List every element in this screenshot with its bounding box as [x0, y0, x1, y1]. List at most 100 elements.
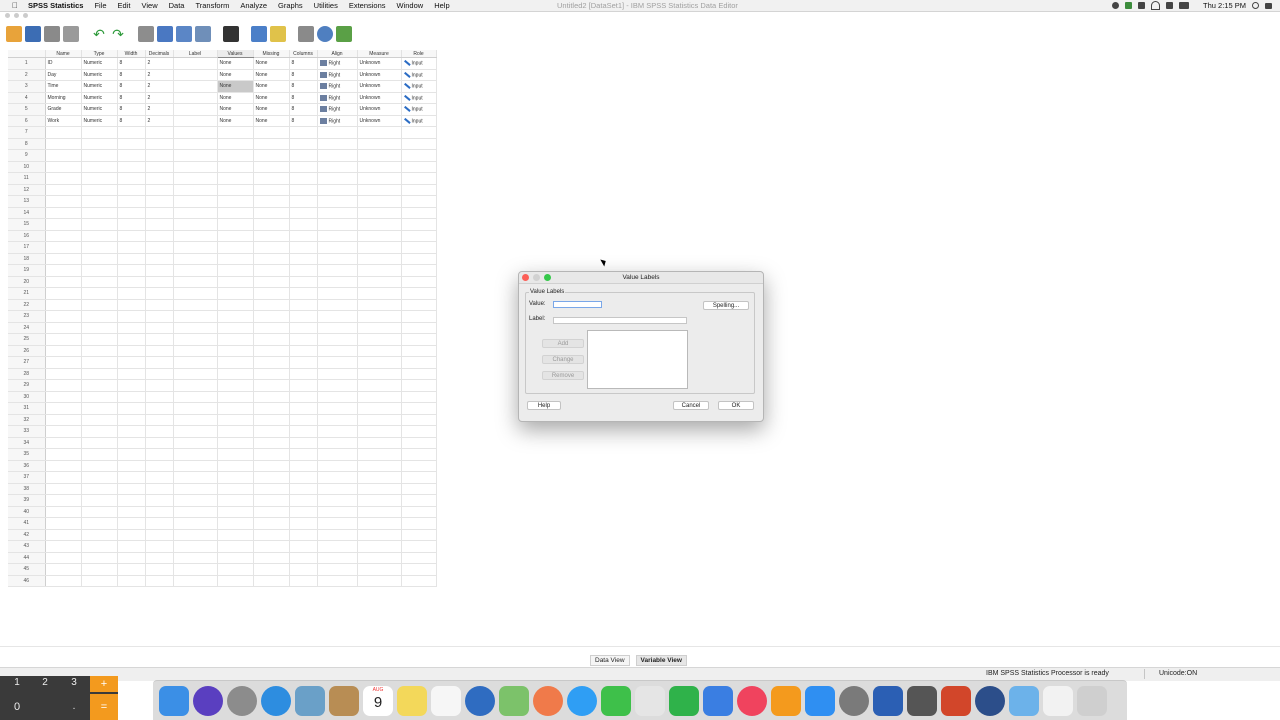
empty-cell[interactable] — [253, 230, 290, 242]
row-number[interactable]: 43 — [8, 540, 46, 553]
empty-cell[interactable] — [289, 218, 318, 231]
table-row[interactable]: 22 — [8, 299, 437, 311]
numbers-icon[interactable] — [669, 685, 699, 716]
empty-cell[interactable] — [173, 195, 218, 208]
empty-cell[interactable] — [145, 126, 174, 139]
empty-cell[interactable] — [253, 195, 290, 208]
empty-cell[interactable] — [81, 126, 118, 139]
empty-cell[interactable] — [317, 379, 358, 392]
select-cases-icon[interactable] — [317, 26, 333, 42]
powerpoint-icon[interactable] — [941, 685, 971, 716]
empty-cell[interactable] — [357, 126, 402, 139]
maps-icon[interactable] — [499, 685, 529, 716]
empty-cell[interactable] — [117, 310, 146, 323]
cell-measure[interactable]: Unknown — [357, 69, 402, 81]
empty-cell[interactable] — [45, 563, 82, 576]
empty-cell[interactable] — [173, 218, 218, 231]
empty-cell[interactable] — [217, 253, 254, 265]
empty-cell[interactable] — [217, 540, 254, 553]
empty-cell[interactable] — [401, 506, 437, 518]
empty-cell[interactable] — [317, 517, 358, 530]
empty-cell[interactable] — [117, 575, 146, 587]
empty-cell[interactable] — [357, 517, 402, 530]
cell-decimals[interactable]: 2 — [145, 80, 174, 93]
table-row[interactable]: 26 — [8, 345, 437, 357]
cell-values[interactable]: None — [217, 80, 254, 93]
table-row[interactable]: 20 — [8, 276, 437, 288]
notification-center-icon[interactable] — [1265, 2, 1272, 9]
menu-graphs[interactable]: Graphs — [278, 0, 303, 11]
cell-type[interactable]: Numeric — [81, 115, 118, 127]
cell-role[interactable]: Input — [401, 115, 437, 127]
row-number[interactable]: 18 — [8, 253, 46, 265]
empty-cell[interactable] — [357, 506, 402, 518]
empty-cell[interactable] — [173, 437, 218, 449]
menu-analyze[interactable]: Analyze — [240, 0, 267, 11]
cell-missing[interactable]: None — [253, 115, 290, 127]
empty-cell[interactable] — [173, 345, 218, 357]
window-zoom-icon[interactable] — [23, 13, 28, 18]
empty-cell[interactable] — [357, 460, 402, 472]
table-row[interactable]: 41 — [8, 517, 437, 530]
calc-key-decimal[interactable]: . — [60, 701, 88, 712]
row-number[interactable]: 38 — [8, 483, 46, 495]
row-number[interactable]: 21 — [8, 287, 46, 300]
cell-align[interactable]: Right — [317, 92, 358, 104]
empty-cell[interactable] — [289, 563, 318, 576]
empty-cell[interactable] — [217, 207, 254, 219]
empty-cell[interactable] — [317, 322, 358, 334]
row-number[interactable]: 29 — [8, 379, 46, 392]
cell-columns[interactable]: 8 — [289, 92, 318, 104]
empty-cell[interactable] — [217, 149, 254, 162]
empty-cell[interactable] — [253, 207, 290, 219]
empty-cell[interactable] — [401, 310, 437, 323]
empty-cell[interactable] — [45, 529, 82, 541]
empty-cell[interactable] — [45, 138, 82, 150]
column-header-missing[interactable]: Missing — [253, 50, 290, 58]
cell-width[interactable]: 8 — [117, 103, 146, 116]
empty-cell[interactable] — [45, 207, 82, 219]
empty-cell[interactable] — [81, 138, 118, 150]
table-row[interactable]: 18 — [8, 253, 437, 265]
table-row[interactable]: 33 — [8, 425, 437, 438]
empty-cell[interactable] — [81, 356, 118, 369]
empty-cell[interactable] — [289, 379, 318, 392]
empty-cell[interactable] — [317, 460, 358, 472]
empty-cell[interactable] — [117, 402, 146, 415]
empty-cell[interactable] — [117, 540, 146, 553]
empty-cell[interactable] — [117, 333, 146, 346]
empty-cell[interactable] — [217, 195, 254, 208]
table-row[interactable]: 34 — [8, 437, 437, 449]
table-row[interactable]: 35 — [8, 448, 437, 461]
empty-cell[interactable] — [117, 161, 146, 173]
empty-cell[interactable] — [81, 161, 118, 173]
empty-cell[interactable] — [253, 241, 290, 254]
empty-cell[interactable] — [289, 575, 318, 587]
empty-cell[interactable] — [81, 540, 118, 553]
empty-cell[interactable] — [253, 506, 290, 518]
empty-cell[interactable] — [317, 483, 358, 495]
empty-cell[interactable] — [401, 483, 437, 495]
empty-cell[interactable] — [401, 414, 437, 426]
cell-align[interactable]: Right — [317, 115, 358, 127]
empty-cell[interactable] — [317, 345, 358, 357]
table-row[interactable]: 38 — [8, 483, 437, 495]
empty-cell[interactable] — [401, 575, 437, 587]
empty-cell[interactable] — [217, 460, 254, 472]
empty-cell[interactable] — [45, 310, 82, 323]
empty-cell[interactable] — [253, 414, 290, 426]
empty-cell[interactable] — [357, 322, 402, 334]
row-number[interactable]: 20 — [8, 276, 46, 288]
empty-cell[interactable] — [45, 575, 82, 587]
empty-cell[interactable] — [117, 460, 146, 472]
empty-cell[interactable] — [173, 276, 218, 288]
column-header-role[interactable]: Role — [401, 50, 437, 58]
empty-cell[interactable] — [173, 322, 218, 334]
empty-cell[interactable] — [253, 161, 290, 173]
empty-cell[interactable] — [45, 494, 82, 507]
cell-decimals[interactable]: 2 — [145, 69, 174, 81]
empty-cell[interactable] — [401, 425, 437, 438]
empty-cell[interactable] — [289, 552, 318, 564]
empty-cell[interactable] — [81, 207, 118, 219]
empty-cell[interactable] — [173, 253, 218, 265]
